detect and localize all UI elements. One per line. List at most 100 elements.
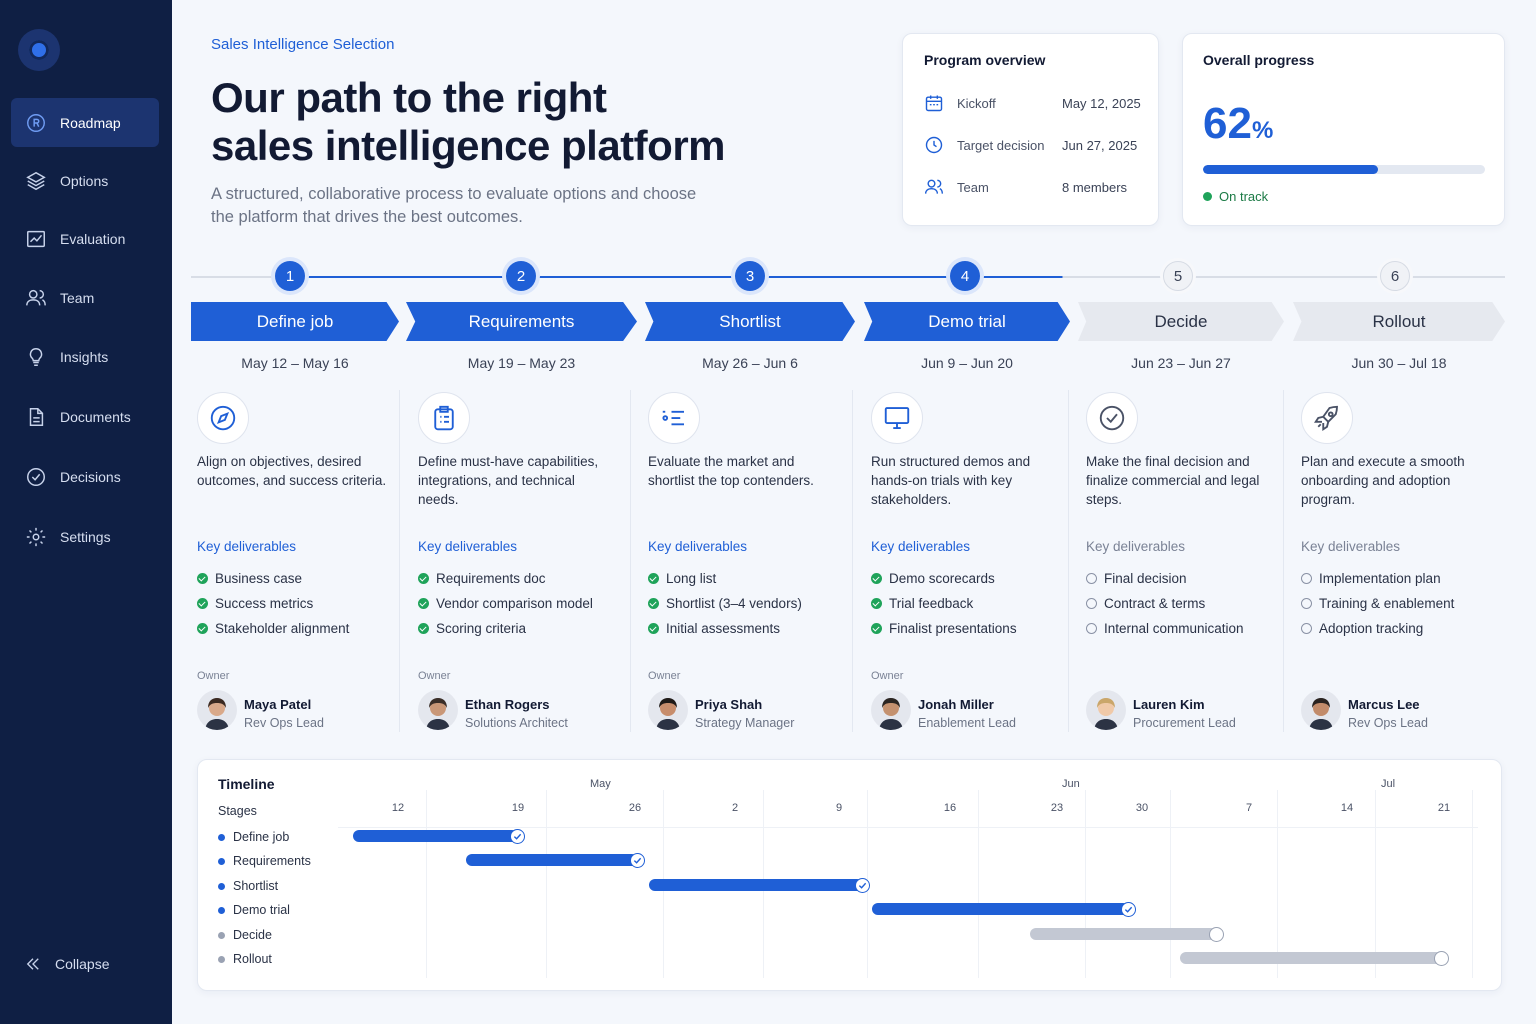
sidebar-item-roadmap[interactable]: Roadmap: [11, 98, 159, 147]
timeline-month-label: Jun: [1062, 778, 1080, 790]
page-title-line-2: sales intelligence platform: [211, 122, 726, 169]
owner-label: Owner: [418, 670, 451, 682]
stage-dot: [218, 882, 225, 890]
clock-icon: [925, 136, 943, 154]
phase-dates: Jun 23 – Jun 27: [1131, 355, 1231, 371]
phase-dates: May 19 – May 23: [467, 355, 576, 371]
timeline-bar[interactable]: [649, 879, 863, 891]
deliverable-label: Vendor comparison model: [436, 596, 593, 611]
sidebar-item-label: Settings: [60, 528, 111, 545]
avatar: [648, 690, 688, 730]
phase-icon-badge: [1301, 392, 1353, 444]
phase-description: Make the final decision and finalize com…: [1086, 454, 1260, 507]
deliverable-item: Vendor comparison model: [418, 596, 593, 611]
timeline-bar[interactable]: [1180, 952, 1442, 964]
lightbulb-icon: [29, 347, 43, 366]
progress-bar-fill: [1203, 165, 1378, 174]
key-deliverables-heading: Key deliverables: [197, 539, 297, 554]
owner-role: Enablement Lead: [918, 716, 1016, 730]
sidebar-item-team[interactable]: Team: [11, 273, 159, 322]
phase-tab-define-job[interactable]: Define job: [191, 302, 399, 341]
owner-name: Maya Patel: [244, 697, 312, 712]
team-icon: [924, 179, 944, 194]
owner-name: Lauren Kim: [1133, 697, 1205, 712]
step-number-4: 4: [950, 261, 980, 291]
deliverable-item: Business case: [197, 571, 302, 586]
empty-circle-icon: [1301, 623, 1312, 634]
deliverable-label: Internal communication: [1104, 621, 1244, 636]
deliverable-label: Success metrics: [215, 596, 314, 611]
overview-row-team: Team 8 members: [924, 177, 1127, 197]
stage-name: Decide: [233, 928, 272, 942]
monitor-icon: [884, 407, 910, 429]
sidebar-item-decisions[interactable]: Decisions: [11, 452, 159, 501]
deliverable-label: Requirements doc: [436, 571, 546, 586]
phase-tab-rollout[interactable]: Rollout: [1293, 302, 1505, 341]
phase-icon-badge: [871, 392, 923, 444]
sidebar-item-settings[interactable]: Settings: [11, 512, 159, 561]
phase-column: Align on objectives, desired outcomes, a…: [197, 390, 397, 732]
collapse-button[interactable]: Collapse: [24, 955, 109, 973]
owner-name: Ethan Rogers: [465, 697, 550, 712]
timeline-tick-label: 12: [391, 802, 405, 814]
deliverable-label: Implementation plan: [1319, 571, 1441, 586]
milestone-pending-icon: [1434, 950, 1449, 966]
app-logo[interactable]: [18, 29, 60, 71]
compass-icon: [210, 405, 236, 431]
timeline-bar[interactable]: [353, 830, 518, 842]
timeline-stage-label: Demo trial: [218, 903, 290, 917]
overview-label: Target decision: [957, 137, 1045, 153]
stage-name: Define job: [233, 830, 290, 844]
step-number-3: 3: [735, 261, 765, 291]
check-done-icon: [871, 573, 882, 584]
calendar-icon: [925, 95, 943, 112]
layers-icon: [26, 171, 46, 190]
timeline-bar[interactable]: [1030, 928, 1217, 940]
sidebar-item-insights[interactable]: Insights: [11, 332, 159, 381]
list-filter-icon: [662, 410, 684, 426]
deliverable-label: Trial feedback: [889, 596, 974, 611]
key-deliverables-heading: Key deliverables: [871, 539, 971, 554]
avatar: [197, 690, 237, 730]
overview-label: Team: [957, 179, 989, 195]
stage-dot: [218, 955, 225, 963]
empty-circle-icon: [1301, 598, 1312, 609]
phase-tab-shortlist[interactable]: Shortlist: [645, 302, 855, 341]
phase-tab-requirements[interactable]: Requirements: [406, 302, 637, 341]
owner-label: Owner: [871, 670, 904, 682]
progress-unit: %: [1251, 117, 1274, 144]
gear-icon: [26, 527, 46, 546]
stage-name: Requirements: [233, 854, 311, 868]
stage-dot: [218, 931, 225, 939]
timeline-gridline: [978, 790, 979, 978]
timeline-bar[interactable]: [872, 903, 1129, 915]
stage-dot: [218, 833, 225, 841]
page-eyebrow: Sales Intelligence Selection: [211, 36, 395, 53]
deliverable-item: Success metrics: [197, 596, 313, 611]
timeline-title: Timeline: [218, 776, 275, 792]
timeline-bar[interactable]: [466, 854, 638, 866]
sidebar-item-documents[interactable]: Documents: [11, 392, 159, 441]
step-number-1: 1: [275, 261, 305, 291]
deliverable-label: Demo scorecards: [889, 571, 995, 586]
stepper-connector: [191, 276, 275, 278]
empty-circle-icon: [1086, 573, 1097, 584]
sidebar-item-evaluation[interactable]: Evaluation: [11, 214, 159, 263]
deliverable-label: Long list: [666, 571, 717, 586]
deliverable-item: Demo scorecards: [871, 571, 995, 586]
deliverable-item: Implementation plan: [1301, 571, 1441, 586]
check-done-icon: [418, 623, 429, 634]
sidebar-item-options[interactable]: Options: [11, 156, 159, 205]
phase-tab-demo-trial[interactable]: Demo trial: [864, 302, 1070, 341]
deliverable-item: Contract & terms: [1086, 596, 1205, 611]
timeline-stage-label: Requirements: [218, 854, 311, 868]
phase-tab-decide[interactable]: Decide: [1078, 302, 1284, 341]
milestone-complete-icon: [510, 828, 525, 844]
deliverable-item: Stakeholder alignment: [197, 621, 349, 636]
owner-name: Jonah Miller: [918, 697, 994, 712]
clipboard-icon: [434, 405, 454, 431]
milestone-complete-icon: [630, 852, 645, 868]
owner-role: Strategy Manager: [695, 716, 795, 730]
overview-row-target-decision: Target decision Jun 27, 2025: [924, 135, 1137, 155]
deliverable-label: Stakeholder alignment: [215, 621, 350, 636]
